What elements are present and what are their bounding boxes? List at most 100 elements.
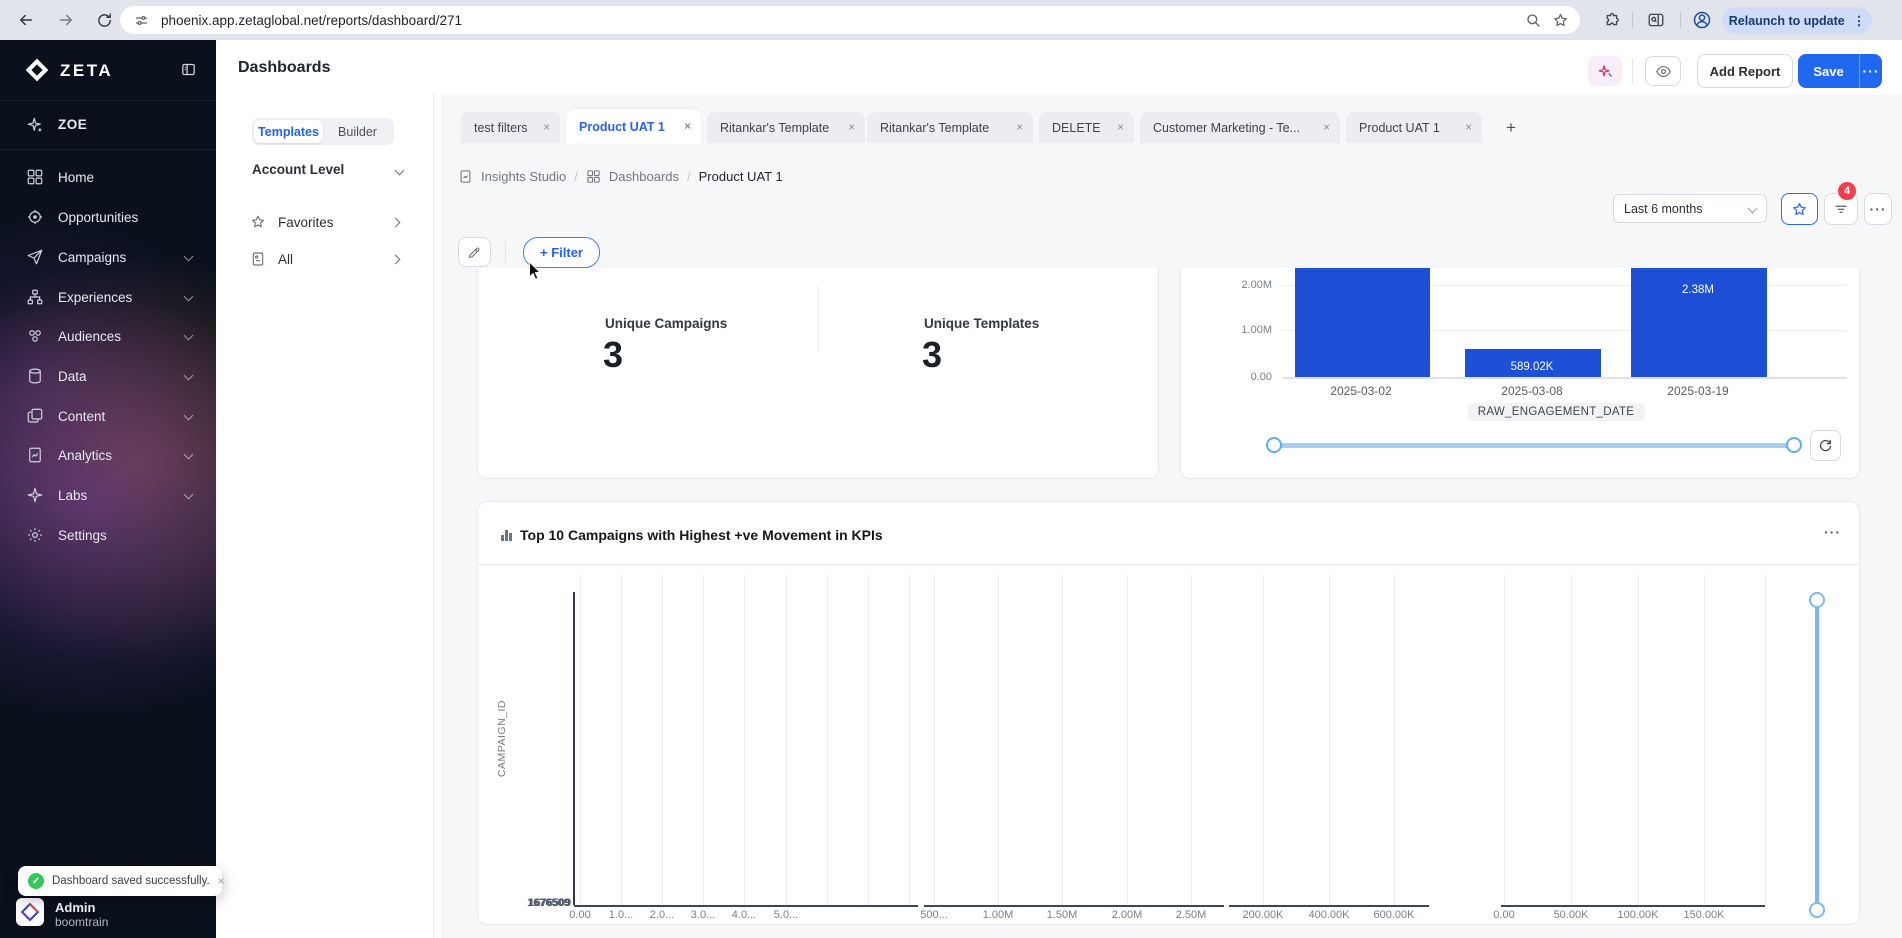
filter-count-badge: 4 bbox=[1836, 180, 1858, 202]
doc-tab[interactable]: Customer Marketing - Te... × bbox=[1140, 112, 1340, 143]
favorite-star-button[interactable] bbox=[1781, 193, 1818, 225]
profile-icon[interactable] bbox=[1690, 8, 1714, 32]
doc-tab-label: DELETE bbox=[1052, 121, 1101, 135]
sidebar-item-data[interactable]: Data bbox=[0, 356, 216, 396]
dashboard-more-button[interactable]: ··· bbox=[1864, 193, 1892, 225]
zoe-sparkle-icon bbox=[26, 116, 44, 134]
chevron-down-icon bbox=[184, 490, 194, 500]
sidebar-item-content[interactable]: Content bbox=[0, 396, 216, 436]
sidebar-item-label: Campaigns bbox=[58, 250, 126, 265]
sidebar-item-audiences[interactable]: Audiences bbox=[0, 316, 216, 356]
doc-tab-label: Product UAT 1 bbox=[1359, 121, 1440, 135]
x-tick-date: 2025-03-19 bbox=[1667, 384, 1728, 398]
sidebar-item-zoe[interactable]: ZOE bbox=[0, 100, 216, 150]
screen: phoenix.app.zetaglobal.net/reports/dashb… bbox=[0, 0, 1902, 938]
save-button[interactable]: Save bbox=[1798, 54, 1859, 88]
site-info-icon[interactable] bbox=[134, 13, 149, 28]
breadcrumb-current: Product UAT 1 bbox=[699, 169, 783, 184]
doc-tab[interactable]: DELETE × bbox=[1039, 112, 1134, 143]
x-axis-line bbox=[574, 905, 918, 907]
breadcrumb-separator: / bbox=[574, 169, 578, 184]
chevron-down-icon bbox=[184, 450, 194, 460]
close-icon[interactable]: × bbox=[1315, 122, 1330, 134]
close-icon[interactable]: × bbox=[676, 121, 691, 133]
sidebar-item-campaigns[interactable]: Campaigns bbox=[0, 237, 216, 277]
ai-assistant-button[interactable] bbox=[1588, 56, 1622, 86]
sidebar-item-opportunities[interactable]: Opportunities bbox=[0, 197, 216, 237]
x-tick: 2.00M bbox=[1112, 909, 1143, 921]
avatar[interactable] bbox=[16, 898, 44, 926]
x-tick: 3.0... bbox=[691, 909, 715, 921]
ellipsis-icon: ··· bbox=[1863, 63, 1880, 79]
doc-tab[interactable]: Product UAT 1 × bbox=[1346, 112, 1482, 143]
section-account-level[interactable]: Account Level bbox=[252, 162, 344, 177]
audiences-icon bbox=[26, 327, 44, 345]
close-icon[interactable]: × bbox=[535, 122, 550, 134]
slider-handle-right[interactable] bbox=[1786, 437, 1802, 453]
save-more-button[interactable]: ··· bbox=[1859, 54, 1882, 88]
slider-handle-left[interactable] bbox=[1266, 437, 1282, 453]
chart-range-slider-track[interactable] bbox=[1274, 443, 1796, 448]
chrome-menu-icon[interactable]: ⋮ bbox=[1853, 13, 1866, 28]
x-tick: 5.0... bbox=[774, 909, 798, 921]
bar-2025-03-02[interactable] bbox=[1295, 268, 1430, 377]
close-icon[interactable]: × bbox=[840, 122, 855, 134]
collapse-sidebar-icon[interactable] bbox=[180, 61, 197, 78]
extensions-icon[interactable] bbox=[1600, 8, 1624, 32]
library-item-favorites[interactable]: Favorites bbox=[250, 214, 334, 230]
doc-tab-active[interactable]: Product UAT 1 × bbox=[566, 109, 701, 144]
browser-back-icon[interactable] bbox=[14, 8, 38, 32]
x-tick-date: 2025-03-02 bbox=[1330, 384, 1391, 398]
close-icon[interactable]: × bbox=[1457, 122, 1472, 134]
address-bar[interactable]: phoenix.app.zetaglobal.net/reports/dashb… bbox=[120, 6, 1580, 34]
zoom-page-icon[interactable] bbox=[1525, 12, 1541, 28]
brand-name: ZETA bbox=[60, 61, 113, 81]
bar-value-label: 2.38M bbox=[1682, 284, 1714, 296]
sidebar-item-labs[interactable]: Labs bbox=[0, 475, 216, 515]
add-report-button[interactable]: Add Report bbox=[1697, 54, 1793, 88]
browser-reload-icon[interactable] bbox=[92, 8, 116, 32]
library-item-all[interactable]: All bbox=[250, 251, 293, 267]
toast-close-icon[interactable]: × bbox=[218, 874, 225, 888]
doc-tab-label: Customer Marketing - Te... bbox=[1153, 121, 1300, 135]
x-axis-title: RAW_ENGAGEMENT_DATE bbox=[1468, 403, 1645, 421]
doc-tab-label: test filters bbox=[474, 121, 528, 135]
doc-tab-label: Product UAT 1 bbox=[579, 120, 665, 134]
kpi-value: 3 bbox=[922, 334, 942, 376]
doc-tab[interactable]: Ritankar's Template × bbox=[707, 112, 865, 143]
side-panel-icon[interactable] bbox=[1644, 8, 1668, 32]
close-icon[interactable]: × bbox=[1109, 122, 1124, 134]
vertical-slider-handle-top[interactable] bbox=[1809, 592, 1825, 608]
breadcrumb-insights-studio[interactable]: Insights Studio bbox=[481, 169, 566, 184]
browser-forward-icon[interactable] bbox=[54, 8, 78, 32]
breadcrumb-dashboards[interactable]: Dashboards bbox=[609, 169, 679, 184]
vertical-slider-track[interactable] bbox=[1815, 600, 1819, 910]
sidebar-item-settings[interactable]: Settings bbox=[0, 515, 216, 555]
vertical-slider-handle-bottom[interactable] bbox=[1809, 902, 1825, 918]
sidebar-item-experiences[interactable]: Experiences bbox=[0, 277, 216, 317]
chrome-divider bbox=[1632, 12, 1633, 28]
close-icon[interactable]: × bbox=[1008, 122, 1023, 134]
tab-builder[interactable]: Builder bbox=[323, 120, 392, 143]
bookmark-star-icon[interactable] bbox=[1552, 12, 1569, 29]
date-range-select[interactable]: Last 6 months bbox=[1613, 194, 1767, 223]
doc-tab[interactable]: Ritankar's Template × bbox=[867, 112, 1033, 143]
doc-tab[interactable]: test filters × bbox=[461, 112, 560, 143]
sidebar-item-label: Labs bbox=[58, 488, 87, 503]
new-tab-button[interactable]: + bbox=[1498, 114, 1524, 142]
sidebar-item-analytics[interactable]: Analytics bbox=[0, 435, 216, 475]
library-item-label: All bbox=[278, 252, 293, 267]
relaunch-button[interactable]: Relaunch to update ⋮ bbox=[1722, 7, 1872, 34]
preview-eye-button[interactable] bbox=[1645, 56, 1681, 86]
edit-filters-button[interactable] bbox=[458, 237, 491, 267]
reset-zoom-button[interactable] bbox=[1810, 430, 1841, 461]
chart-more-button[interactable]: ··· bbox=[1824, 524, 1841, 540]
x-axis-line bbox=[924, 905, 1224, 907]
filter-divider bbox=[505, 241, 506, 263]
kpi-divider bbox=[818, 286, 819, 352]
document-icon bbox=[250, 251, 266, 267]
browser-chrome: phoenix.app.zetaglobal.net/reports/dashb… bbox=[0, 0, 1902, 40]
tab-templates[interactable]: Templates bbox=[254, 120, 323, 143]
sidebar-item-home[interactable]: Home bbox=[0, 157, 216, 197]
y-tick-campaign-id: 1676509 bbox=[512, 897, 570, 909]
